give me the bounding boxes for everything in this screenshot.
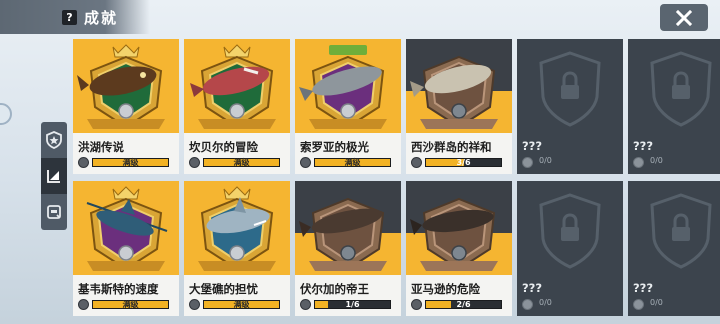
card-info: 洪湖传说 满级 (73, 133, 179, 174)
gold-fish-trophy-icon (77, 44, 165, 129)
bronze-fish-trophy-icon (410, 55, 498, 129)
lock-shield-icon (539, 193, 601, 269)
achievement-card[interactable]: 洪湖传说 满级 (73, 39, 179, 174)
card-title: 基韦斯特的速度 (78, 282, 159, 296)
progress-text: 满级 (122, 300, 139, 309)
title-bar: ? 成就 (0, 0, 150, 34)
level-badge-icon (78, 157, 89, 168)
gold-shark-trophy-icon (198, 186, 276, 271)
level-badge-icon (411, 157, 422, 168)
bronze-sturgeon-trophy-icon (299, 197, 387, 271)
card-title: 坎贝尔的冒险 (189, 140, 258, 154)
progress-bar: 2/6 (425, 300, 502, 309)
progress-text: 满级 (233, 300, 250, 309)
progress-text: 0/0 (650, 156, 663, 165)
progress-bar: 满级 (203, 300, 280, 309)
card-info: 大堡礁的担忧 满级 (184, 275, 290, 316)
card-info: 索罗亚的极光 满级 (295, 133, 401, 174)
achievement-card[interactable]: 大堡礁的担忧 满级 (184, 181, 290, 316)
fish-tab-icon (47, 170, 60, 183)
progress-bar: 满级 (203, 158, 280, 167)
progress-text: 0/0 (650, 298, 663, 307)
card-title: ??? (633, 139, 654, 153)
card-info: 基韦斯特的速度 满级 (73, 275, 179, 316)
side-nav (41, 122, 67, 230)
tab-fish[interactable] (41, 158, 67, 194)
locked-achievement-card[interactable]: ??? 0/0 (628, 39, 720, 174)
level-badge-icon (522, 299, 533, 310)
tab-trophy[interactable] (41, 122, 67, 158)
level-badge-icon (633, 157, 644, 168)
scroll-indicator-icon (0, 103, 12, 125)
level-badge-icon (189, 299, 200, 310)
card-title: 大堡礁的担忧 (189, 282, 258, 296)
card-info: ??? 0/0 (628, 275, 720, 316)
progress-text: 满级 (122, 158, 139, 167)
locked-achievement-card[interactable]: ??? 0/0 (517, 39, 623, 174)
card-info: ??? 0/0 (628, 133, 720, 174)
achievement-card[interactable]: 亚马逊的危险 2/6 (406, 181, 512, 316)
progress-text: 3/6 (456, 158, 471, 167)
card-title: 洪湖传说 (78, 140, 124, 154)
progress-text: 满级 (344, 158, 361, 167)
progress-bar: 3/6 (425, 158, 502, 167)
card-title: 西沙群岛的祥和 (411, 140, 492, 154)
gold-pike-trophy-icon (299, 45, 387, 129)
progress-bar: 1/6 (314, 300, 391, 309)
achievement-card[interactable]: 基韦斯特的速度 满级 (73, 181, 179, 316)
progress-bar: 满级 (92, 158, 169, 167)
card-title: 伏尔加的帝王 (300, 282, 369, 296)
achievement-card[interactable]: 西沙群岛的祥和 3/6 (406, 39, 512, 174)
tab-record[interactable] (41, 194, 67, 230)
lock-shield-icon (650, 51, 712, 127)
locked-achievement-card[interactable]: ??? 0/0 (517, 181, 623, 316)
achievement-card[interactable]: 坎贝尔的冒险 满级 (184, 39, 290, 174)
card-title: 亚马逊的危险 (411, 282, 480, 296)
card-info: ??? 0/0 (517, 133, 623, 174)
bronze-arapaima-trophy-icon (410, 197, 498, 271)
level-badge-icon (411, 299, 422, 310)
trophy-shield-icon (46, 131, 62, 149)
level-badge-icon (300, 299, 311, 310)
card-info: 亚马逊的危险 2/6 (406, 275, 512, 316)
achievement-card[interactable]: 索罗亚的极光 满级 (295, 39, 401, 174)
progress-text: 0/0 (539, 156, 552, 165)
help-icon[interactable]: ? (62, 9, 77, 25)
close-icon (676, 9, 692, 26)
locked-achievement-card[interactable]: ??? 0/0 (628, 181, 720, 316)
progress-text: 0/0 (539, 298, 552, 307)
card-title: ??? (522, 281, 543, 295)
level-badge-icon (300, 157, 311, 168)
lock-shield-icon (650, 193, 712, 269)
card-title: 索罗亚的极光 (300, 140, 369, 154)
card-info: 伏尔加的帝王 1/6 (295, 275, 401, 316)
card-title: ??? (633, 281, 654, 295)
achievement-card[interactable]: 伏尔加的帝王 1/6 (295, 181, 401, 316)
gold-marlin-trophy-icon (86, 186, 168, 271)
page-title: 成就 (84, 8, 119, 27)
record-tab-icon (47, 205, 61, 219)
progress-text: 满级 (233, 158, 250, 167)
card-title: ??? (522, 139, 543, 153)
card-info: ??? 0/0 (517, 275, 623, 316)
gold-salmon-trophy-icon (190, 44, 276, 129)
level-badge-icon (78, 299, 89, 310)
close-button[interactable] (660, 4, 708, 31)
progress-bar: 满级 (314, 158, 391, 167)
progress-text: 2/6 (456, 300, 471, 309)
lock-shield-icon (539, 51, 601, 127)
level-badge-icon (522, 157, 533, 168)
level-badge-icon (189, 157, 200, 168)
card-info: 西沙群岛的祥和 3/6 (406, 133, 512, 174)
progress-bar: 满级 (92, 300, 169, 309)
progress-text: 1/6 (345, 300, 360, 309)
card-info: 坎贝尔的冒险 满级 (184, 133, 290, 174)
level-badge-icon (633, 299, 644, 310)
